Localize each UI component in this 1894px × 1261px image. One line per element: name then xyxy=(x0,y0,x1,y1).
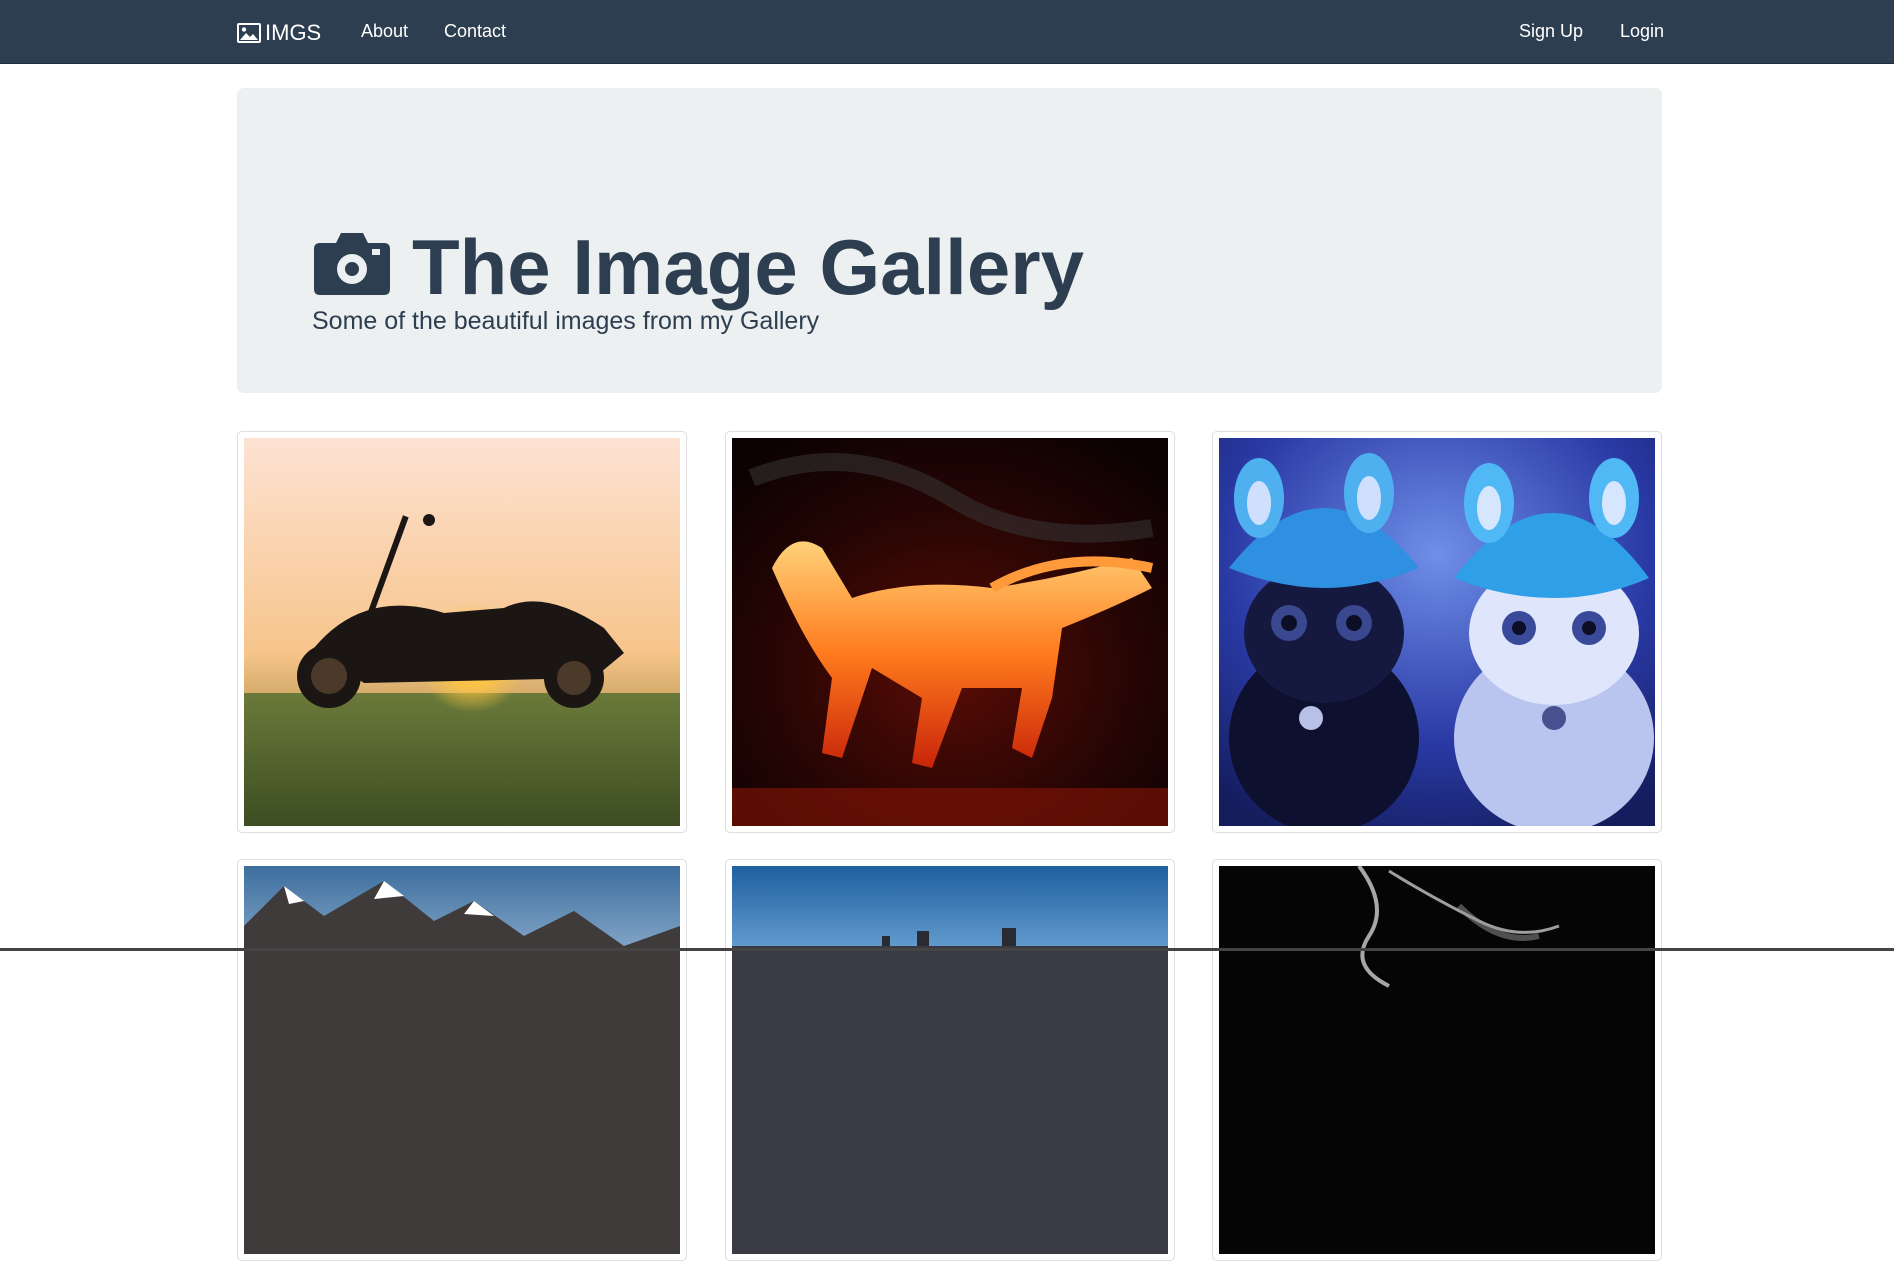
gallery-thumbnail[interactable] xyxy=(725,431,1175,833)
gallery-thumbnail[interactable] xyxy=(1212,859,1662,1261)
nav-about-link[interactable]: About xyxy=(361,21,408,42)
page-title: The Image Gallery xyxy=(312,228,1084,306)
fire-horse-image xyxy=(732,438,1168,826)
brand-label: IMGS xyxy=(265,20,322,45)
brand-link[interactable]: IMGS xyxy=(237,20,321,46)
nav-login-link[interactable]: Login xyxy=(1620,21,1664,42)
city-skyline-image xyxy=(732,866,1168,1254)
gallery-thumbnail[interactable] xyxy=(237,859,687,1261)
navbar: IMGS About Contact Sign Up Login xyxy=(0,0,1894,64)
gallery-thumbnail[interactable] xyxy=(725,859,1175,1261)
gallery-thumbnail[interactable] xyxy=(1212,431,1662,833)
page-subtitle: Some of the beautiful images from my Gal… xyxy=(312,307,820,335)
page-title-text: The Image Gallery xyxy=(412,223,1084,312)
camera-icon xyxy=(312,229,392,297)
mountains-image xyxy=(244,866,680,1254)
kittens-image xyxy=(1219,438,1655,826)
gallery-thumbnail[interactable] xyxy=(237,431,687,833)
smoke-image xyxy=(1219,866,1655,1254)
picture-icon xyxy=(237,23,261,43)
nav-signup-link[interactable]: Sign Up xyxy=(1519,21,1583,42)
jumbotron: The Image Gallery Some of the beautiful … xyxy=(237,88,1662,393)
nav-contact-link[interactable]: Contact xyxy=(444,21,506,42)
motorcycle-image xyxy=(244,438,680,826)
